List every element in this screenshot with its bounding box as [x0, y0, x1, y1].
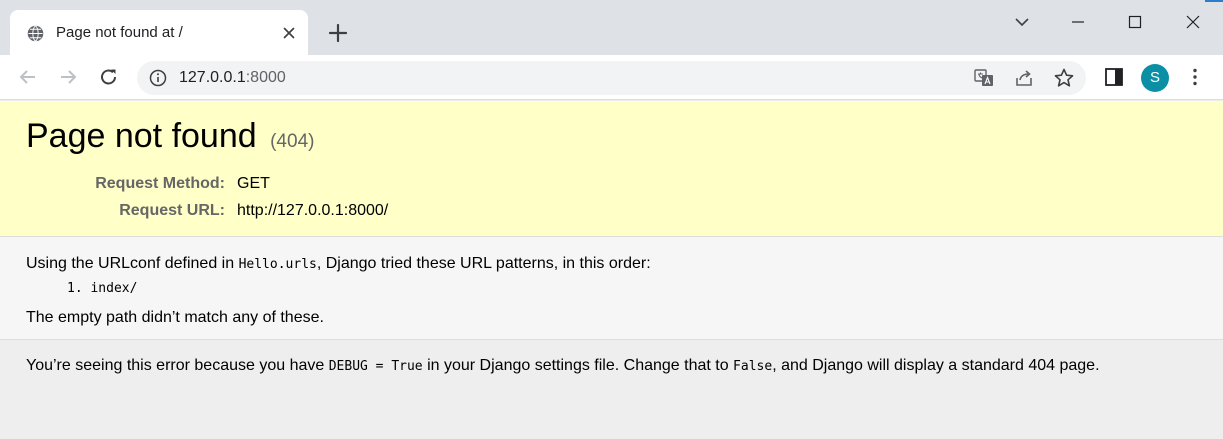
address-bar[interactable]: 127.0.0.1:8000: [137, 61, 1086, 95]
address-url: 127.0.0.1:8000: [179, 69, 286, 87]
chevron-down-icon[interactable]: [1008, 8, 1036, 36]
reload-icon[interactable]: [96, 64, 122, 90]
url-pattern-list: 1. index/: [67, 281, 137, 296]
page-title-text: Page not found: [26, 117, 257, 155]
request-url-value: http://127.0.0.1:8000/: [237, 202, 389, 219]
plus-icon[interactable]: [326, 21, 350, 45]
browser-toolbar: 127.0.0.1:8000 S: [0, 55, 1223, 100]
browser-tab[interactable]: Page not found at /: [10, 10, 308, 55]
page-title: Page not found (404): [26, 117, 314, 156]
debug-note-part2: in your Django settings file. Change tha…: [422, 357, 734, 374]
debug-note: You’re seeing this error because you hav…: [26, 357, 1100, 375]
request-url-label: Request URL:: [119, 202, 225, 219]
url-port: :8000: [245, 69, 286, 86]
url-host: 127.0.0.1: [179, 69, 246, 86]
debug-explanation: You’re seeing this error because you hav…: [0, 341, 1223, 439]
urlconf-info: Using the URLconf defined in Hello.urls,…: [0, 237, 1223, 340]
url-pattern-item: 1. index/: [67, 281, 138, 296]
no-match-message: The empty path didn’t match any of these…: [26, 309, 324, 326]
close-icon[interactable]: [280, 24, 298, 42]
window-edge: [1205, 0, 1223, 2]
status-code: (404): [270, 131, 315, 152]
tab-title: Page not found at /: [56, 24, 183, 41]
translate-icon[interactable]: [973, 67, 995, 89]
avatar[interactable]: S: [1141, 64, 1169, 92]
more-vert-icon[interactable]: [1183, 65, 1207, 89]
urlconf-sentence: Using the URLconf defined in Hello.urls,…: [26, 255, 651, 273]
window-close-icon[interactable]: [1179, 8, 1207, 36]
urlconf-suffix: , Django tried these URL patterns, in th…: [316, 255, 651, 272]
share-icon[interactable]: [1013, 67, 1035, 89]
error-summary: Page not found (404) Request Method: GET…: [0, 101, 1223, 237]
forward-icon[interactable]: [55, 64, 81, 90]
false-code: False: [733, 359, 773, 374]
globe-icon: [27, 25, 44, 42]
maximize-icon[interactable]: [1121, 8, 1149, 36]
urlconf-module: Hello.urls: [238, 257, 317, 272]
star-icon[interactable]: [1053, 67, 1075, 89]
request-method-label: Request Method:: [95, 175, 225, 192]
minimize-icon[interactable]: [1064, 8, 1092, 36]
debug-note-part3: , and Django will display a standard 404…: [772, 357, 1100, 374]
urlconf-prefix: Using the URLconf defined in: [26, 255, 239, 272]
tab-strip: Page not found at /: [0, 0, 1223, 55]
request-method-value: GET: [237, 175, 270, 192]
debug-setting-code: DEBUG = True: [328, 359, 423, 374]
side-panel-icon[interactable]: [1103, 66, 1125, 88]
info-icon[interactable]: [149, 69, 167, 87]
debug-note-part1: You’re seeing this error because you hav…: [26, 357, 329, 374]
back-icon[interactable]: [15, 64, 41, 90]
